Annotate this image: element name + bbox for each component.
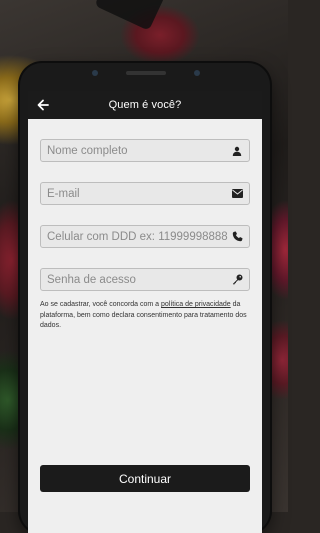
email-input[interactable]: [47, 187, 232, 200]
privacy-notice: Ao se cadastrar, você concorda com a pol…: [40, 300, 250, 332]
envelope-icon: [231, 188, 243, 200]
signup-form: Ao se cadastrar, você concorda com a pol…: [28, 139, 262, 332]
sensor: [194, 70, 200, 76]
continue-button[interactable]: Continuar: [40, 465, 250, 492]
app-screen: Quem é você? Nome completo E-mail Celula…: [28, 91, 262, 533]
email-field[interactable]: [40, 182, 250, 205]
app-bar: Quem é você?: [28, 91, 262, 119]
privacy-policy-link[interactable]: política de privacidade: [161, 301, 231, 308]
name-field[interactable]: [40, 139, 250, 162]
key-icon: [231, 274, 243, 286]
terms-prefix: Ao se cadastrar, você concorda com a: [40, 301, 162, 308]
phone-input[interactable]: [47, 230, 232, 243]
arrow-left-icon[interactable]: [34, 96, 52, 114]
front-camera: [92, 70, 98, 76]
password-input[interactable]: [47, 273, 232, 286]
phone-frame: Quem é você? Nome completo E-mail Celula…: [20, 63, 270, 533]
name-input[interactable]: [47, 144, 232, 157]
user-icon: [231, 145, 243, 157]
password-field[interactable]: [40, 268, 250, 291]
speaker-grille: [126, 71, 166, 75]
phone-icon: [231, 231, 243, 243]
page-title: Quem é você?: [108, 99, 182, 111]
phone-field[interactable]: [40, 225, 250, 248]
